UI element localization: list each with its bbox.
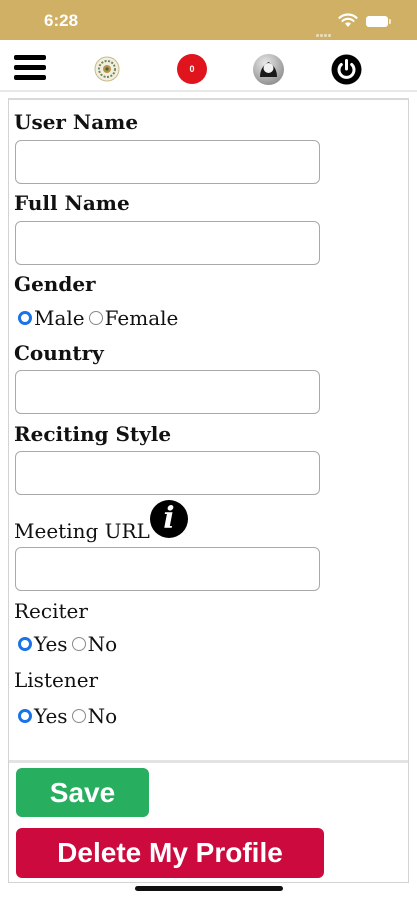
reciter-yes-label[interactable]: Yes	[34, 632, 68, 656]
listener-yes-label[interactable]: Yes	[34, 704, 68, 728]
full-name-input[interactable]	[15, 221, 320, 265]
country-label: Country	[14, 341, 104, 365]
status-bar: 6:28	[0, 0, 417, 40]
reciting-style-input[interactable]	[15, 451, 320, 495]
status-time: 6:28	[44, 11, 79, 30]
reciter-no-radio[interactable]	[71, 637, 86, 651]
home-indicator	[135, 886, 283, 891]
reciter-no-label[interactable]: No	[88, 632, 118, 656]
power-icon[interactable]	[330, 53, 363, 86]
listener-no-radio[interactable]	[71, 709, 86, 723]
listener-radio-group: Yes No	[18, 704, 121, 728]
country-input[interactable]	[15, 370, 320, 414]
info-icon[interactable]: i	[150, 500, 188, 538]
reciting-style-label: Reciting Style	[14, 422, 172, 446]
cellular-signal-icon	[316, 22, 334, 37]
listener-no-label[interactable]: No	[88, 704, 118, 728]
wifi-icon	[338, 13, 358, 27]
listener-label: Listener	[14, 668, 99, 692]
top-toolbar: 0	[0, 40, 417, 92]
gender-female-label[interactable]: Female	[105, 306, 179, 330]
user-name-input[interactable]	[15, 140, 320, 184]
meeting-url-input[interactable]	[15, 547, 320, 591]
user-name-label: User Name	[14, 110, 139, 134]
reciter-radio-group: Yes No	[18, 632, 121, 656]
delete-profile-button[interactable]: Delete My Profile	[16, 828, 324, 878]
gender-label: Gender	[14, 272, 96, 296]
full-name-label: Full Name	[14, 191, 130, 215]
notification-badge-icon[interactable]: 0	[177, 54, 207, 84]
meeting-url-label: Meeting URL	[14, 519, 150, 543]
gender-female-radio[interactable]	[88, 311, 103, 325]
user-avatar-icon[interactable]	[252, 53, 285, 86]
battery-icon	[366, 16, 391, 27]
save-button[interactable]: Save	[16, 768, 149, 817]
reciter-label: Reciter	[14, 599, 88, 623]
logo-icon[interactable]	[94, 56, 120, 82]
listener-yes-radio[interactable]	[18, 709, 32, 723]
gender-male-label[interactable]: Male	[34, 306, 85, 330]
gender-male-radio[interactable]	[18, 311, 32, 325]
form-divider	[9, 760, 408, 763]
reciter-yes-radio[interactable]	[18, 637, 32, 651]
profile-form: User Name Full Name Gender Male Female C…	[8, 98, 409, 883]
gender-radio-group: Male Female	[18, 306, 182, 330]
menu-icon[interactable]	[14, 55, 46, 81]
